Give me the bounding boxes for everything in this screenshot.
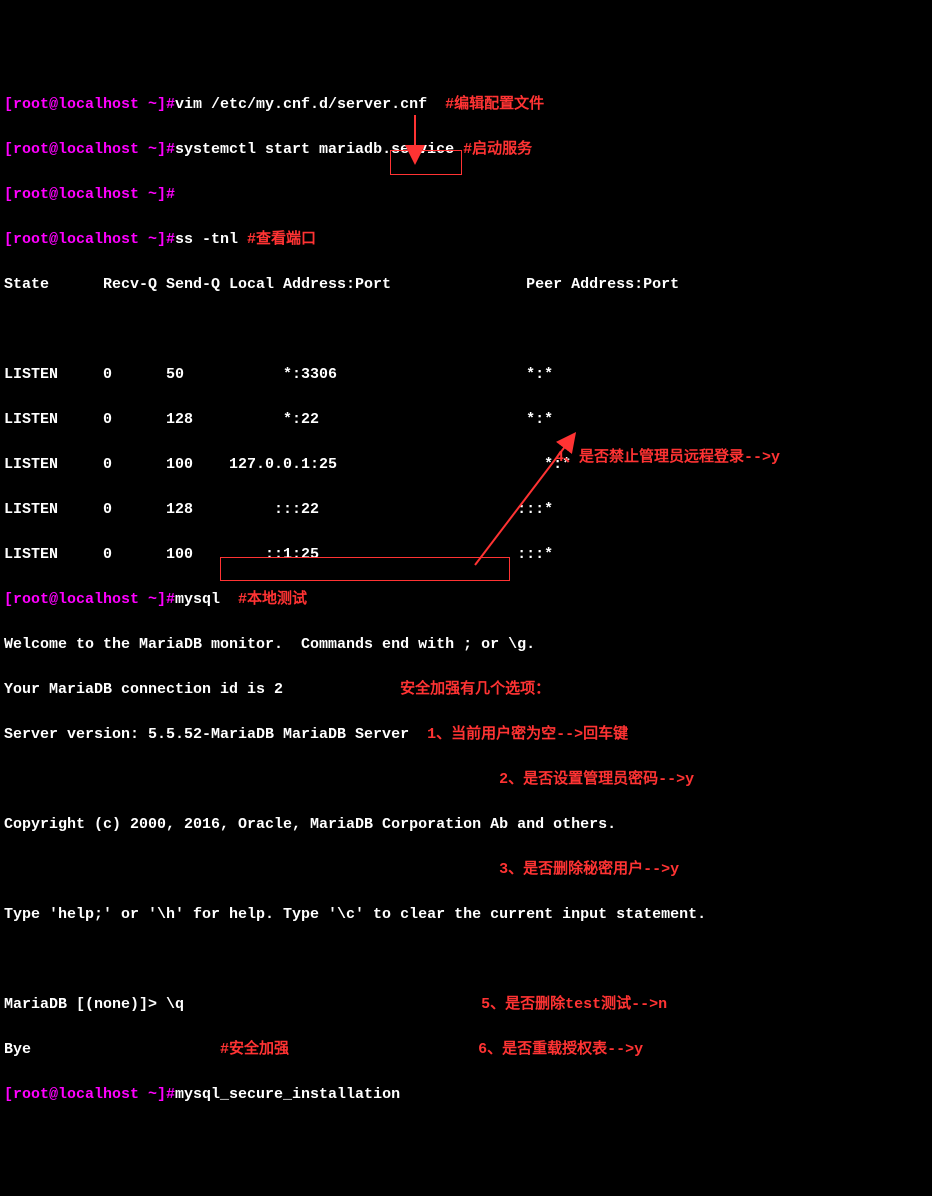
note-6: 6、是否重载授权表-->y xyxy=(478,1041,643,1058)
prompt: [root@localhost ~]# xyxy=(4,1086,175,1103)
line-n3: 3、是否删除秘密用户-->y xyxy=(4,859,928,882)
prompt: [root@localhost ~]# xyxy=(4,591,175,608)
note-4: 4、是否禁止管理员远程登录-->y xyxy=(555,447,780,470)
prompt: [root@localhost ~]# xyxy=(4,186,175,203)
line-3: [root@localhost ~]# xyxy=(4,184,928,207)
comment-edit: #编辑配置文件 xyxy=(445,96,544,113)
mariadb-help: Type 'help;' or '\h' for help. Type '\c'… xyxy=(4,906,706,923)
prompt: [root@localhost ~]# xyxy=(4,231,175,248)
note-2: 2、是否设置管理员密码-->y xyxy=(499,771,694,788)
table-row: LISTEN 0 128 *:22 *:* xyxy=(4,409,928,432)
mariadb-bye: Bye xyxy=(4,1041,31,1058)
line-4: [root@localhost ~]#ss -tnl #查看端口 xyxy=(4,229,928,252)
comment-start: #启动服务 xyxy=(463,141,532,158)
table-row: LISTEN 0 100 ::1:25 :::* xyxy=(4,544,928,567)
comment-secure: #安全加强 xyxy=(220,1041,289,1058)
mariadb-connid: Your MariaDB connection id is 2 xyxy=(4,681,283,698)
line-2: [root@localhost ~]#systemctl start maria… xyxy=(4,139,928,162)
mariadb-version: Server version: 5.5.52-MariaDB MariaDB S… xyxy=(4,726,409,743)
line-1: [root@localhost ~]#vim /etc/my.cnf.d/ser… xyxy=(4,94,928,117)
line-helpn4: Type 'help;' or '\h' for help. Type '\c'… xyxy=(4,904,928,927)
note-5: 5、是否删除test测试-->n xyxy=(481,996,667,1013)
mariadb-prompt[interactable]: MariaDB [(none)]> \q xyxy=(4,996,184,1013)
table-row: LISTEN 0 100 127.0.0.1:25 *:* xyxy=(4,454,928,477)
line-secure: [root@localhost ~]#mysql_secure_installa… xyxy=(4,1084,928,1107)
cmd-systemctl[interactable]: systemctl start mariadb.service xyxy=(175,141,463,158)
table-row: LISTEN 0 50 *:3306 *:* xyxy=(4,364,928,387)
mariadb-welcome: Welcome to the MariaDB monitor. Commands… xyxy=(4,634,928,657)
comment-port: #查看端口 xyxy=(247,231,316,248)
line-mysql: [root@localhost ~]#mysql #本地测试 xyxy=(4,589,928,612)
note-3: 3、是否删除秘密用户-->y xyxy=(499,861,679,878)
mariadb-copyright: Copyright (c) 2000, 2016, Oracle, MariaD… xyxy=(4,816,616,833)
line-n2: 2、是否设置管理员密码-->y xyxy=(4,769,928,792)
cmd-secure[interactable]: mysql_secure_installation xyxy=(175,1086,400,1103)
line-version: Server version: 5.5.52-MariaDB MariaDB S… xyxy=(4,724,928,747)
cmd-vim[interactable]: vim /etc/my.cnf.d/server.cnf xyxy=(175,96,445,113)
cmd-ss[interactable]: ss -tnl xyxy=(175,231,247,248)
line-connid: Your MariaDB connection id is 2 安全加强有几个选… xyxy=(4,679,928,702)
note-1: 1、当前用户密为空-->回车键 xyxy=(427,726,628,743)
comment-localtest: #本地测试 xyxy=(238,591,307,608)
prompt: [root@localhost ~]# xyxy=(4,96,175,113)
note-title: 安全加强有几个选项： xyxy=(400,681,550,698)
table-header: State Recv-Q Send-Q Local Address:Port P… xyxy=(4,274,928,297)
line-copyright: Copyright (c) 2000, 2016, Oracle, MariaD… xyxy=(4,814,928,837)
prompt: [root@localhost ~]# xyxy=(4,141,175,158)
cmd-mysql[interactable]: mysql xyxy=(175,591,238,608)
line-bye: Bye #安全加强 6、是否重载授权表-->y xyxy=(4,1039,928,1062)
table-row: LISTEN 0 128 :::22 :::* xyxy=(4,499,928,522)
line-mprompt: MariaDB [(none)]> \q 5、是否删除test测试-->n xyxy=(4,994,928,1017)
